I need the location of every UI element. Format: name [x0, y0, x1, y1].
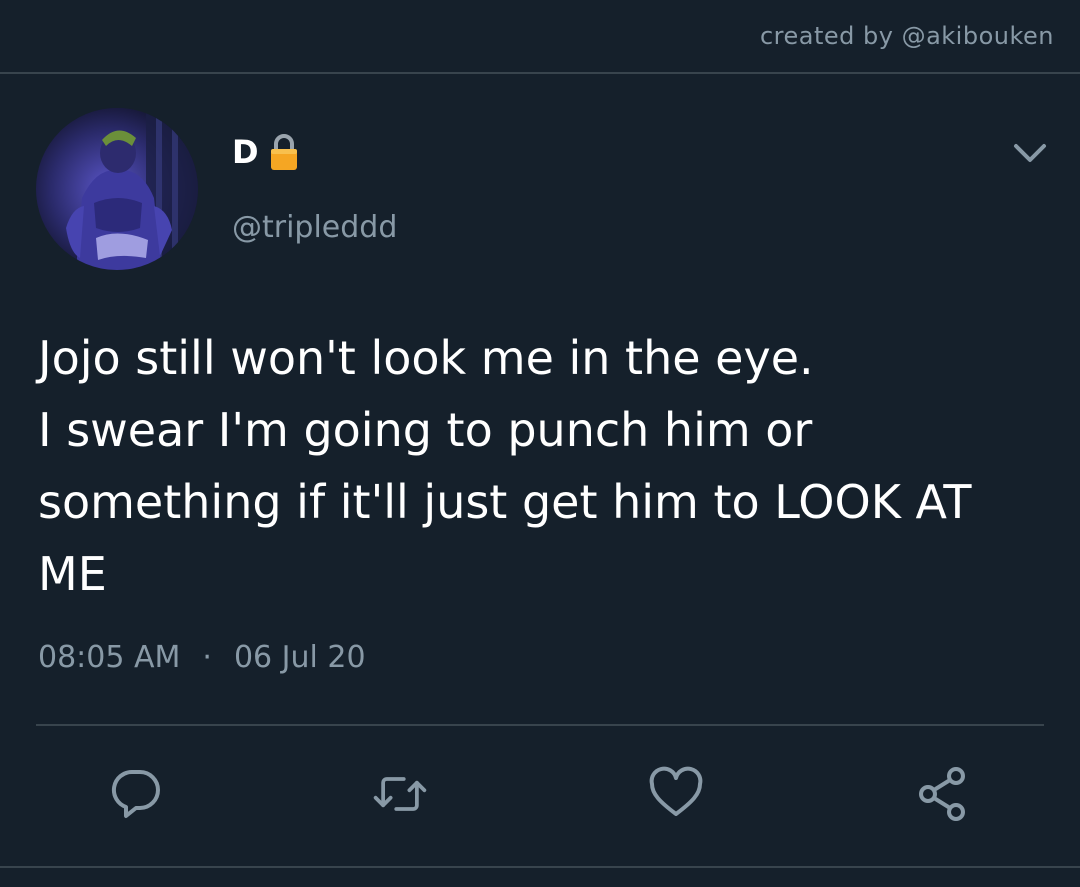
creator-credit: created by @akibouken [759, 22, 1054, 50]
tweet-date: 06 Jul 20 [233, 640, 366, 675]
meta-separator: · [202, 640, 212, 675]
avatar[interactable] [36, 108, 198, 270]
heart-icon [649, 766, 703, 816]
reply-icon [111, 769, 160, 818]
display-name: D [232, 133, 259, 171]
retweet-button[interactable] [370, 764, 430, 824]
header-divider [0, 72, 1080, 74]
display-name-row[interactable]: D [232, 132, 299, 172]
chevron-down-icon[interactable] [1010, 138, 1050, 168]
like-button[interactable] [646, 764, 706, 824]
tweet-time: 08:05 AM [38, 640, 181, 675]
tweet-timestamp: 08:05 AM · 06 Jul 20 [38, 640, 366, 675]
retweet-icon [373, 777, 427, 811]
tweet-text: Jojo still won't look me in the eye. I s… [38, 331, 972, 601]
user-handle[interactable]: @tripleddd [232, 210, 397, 245]
share-button[interactable] [914, 764, 974, 824]
lock-icon [270, 134, 297, 170]
reply-button[interactable] [106, 764, 166, 824]
actions-divider [36, 724, 1044, 726]
bottom-divider [0, 866, 1080, 868]
avatar-image [36, 108, 198, 270]
tweet-screenshot: created by @akibouken D @tripleddd Jojo … [0, 0, 1080, 887]
share-icon [919, 767, 965, 821]
